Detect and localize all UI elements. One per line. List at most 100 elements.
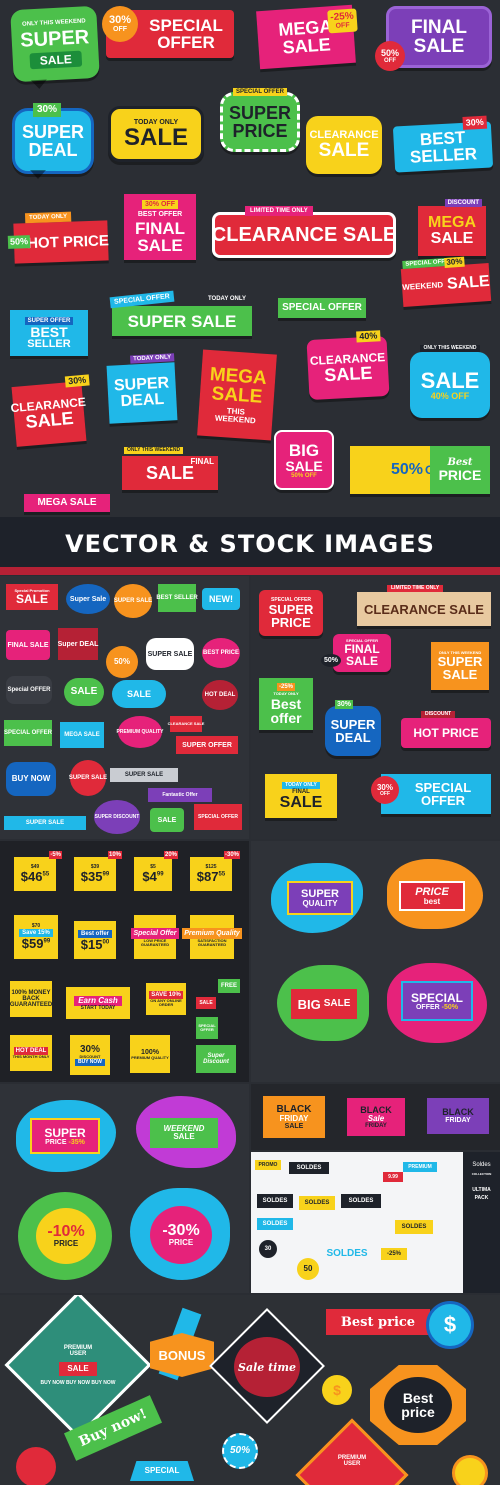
super-word: SUPER — [268, 601, 314, 617]
title-banner: VECTOR & STOCK IMAGES — [0, 517, 500, 575]
big-word: BIG — [288, 440, 320, 460]
buy-now-bubble: BUY NOW — [6, 762, 56, 796]
discount-pct: 30% — [108, 14, 132, 26]
buy-now: BUY NOW — [74, 1058, 106, 1066]
final-word: FINAL — [134, 219, 186, 238]
clearance-sale-word: CLEARANCE SALE — [211, 224, 397, 246]
fifty-orange: 50% — [106, 646, 138, 678]
new-badge: NEW! — [202, 588, 240, 610]
pct-tag: -5% — [49, 851, 62, 859]
sale-word: SALE — [345, 654, 378, 668]
dollar-coin: $ — [426, 1301, 474, 1349]
quality-word: QUALITY — [302, 898, 338, 908]
super-word: SUPER — [44, 1125, 86, 1140]
offer-pct: -50% — [441, 1003, 459, 1011]
final-sale-yellow: TODAY ONLY FINAL SALE — [265, 774, 337, 818]
price-cents: 55 — [42, 871, 50, 878]
today-only: TODAY ONLY — [130, 353, 175, 364]
sticker-mega-sale-weekend: MEGA SALE THIS WEEKEND — [197, 349, 277, 441]
price: $8755 — [197, 870, 225, 883]
special-offer-tag: Special Offer — [131, 927, 179, 939]
sticker-final-sale-red: ONLY THIS WEEKEND FINAL SALE — [122, 447, 218, 490]
banner-accent-line — [0, 567, 500, 575]
super-price-red: SPECIAL OFFER SUPER PRICE — [259, 590, 323, 636]
super-sale-orange: ONLY THIS WEEKEND SUPER SALE — [431, 642, 489, 690]
sticker-clearance-sale-red: 30% CLEARANCE SALE — [10, 374, 90, 447]
final-word: FINAL — [190, 457, 214, 466]
price-tag-1: $49 $4655 -5% — [14, 851, 62, 891]
soldes-word: SOLDES — [289, 1162, 329, 1174]
friday-word: FRIDAY — [365, 1122, 387, 1129]
price-main: $46 — [20, 869, 43, 884]
thirty-pct: -30% — [162, 1222, 200, 1239]
buy-now-text: BUY NOW BUY NOW BUY NOW — [40, 1379, 116, 1386]
sale-small-tag: SALE — [196, 997, 216, 1009]
soldes-word: PROMO — [255, 1160, 281, 1170]
hot-deal-cloud: HOT DEAL — [202, 680, 238, 710]
coin-small: $ — [322, 1375, 352, 1405]
sticker-best-seller-blue: SUPER OFFER BEST SELLER — [10, 310, 88, 356]
super-sale-gold: SUPER SALE — [114, 584, 152, 618]
special-offer-green: SPECIAL OFFER — [4, 720, 52, 746]
price-cents: 00 — [102, 939, 110, 946]
clearance-sale-tan: LIMITED TIME ONLY CLEARANCE SALE — [357, 585, 491, 626]
price-word: PRICE — [232, 121, 288, 141]
mega-word: MEGA — [428, 214, 476, 231]
special-offer-dark: Special OFFER — [6, 676, 52, 704]
soldes-badge: -25% — [381, 1248, 407, 1260]
price: $1500 — [81, 938, 109, 951]
earn-cash-tag: Earn Cash START TODAY — [66, 987, 130, 1019]
bonus-badge: BONUS — [150, 1333, 214, 1377]
offer-word: OFFER — [157, 33, 215, 52]
panel-sticker-pack-right: SPECIAL OFFER SUPER PRICE LIMITED TIME O… — [251, 576, 500, 839]
soldes-word: SOLDES — [257, 1218, 293, 1230]
fifty-pct: 50% — [390, 461, 424, 478]
black-friday-1: BLACK FRIDAY SALE — [263, 1096, 325, 1138]
today-only-tag: TODAY ONLY — [207, 296, 246, 302]
sticker-mega-sale-strip: MEGA SALE — [24, 494, 110, 512]
special-offer-low-price: Special Offer LOW PRICE GUARANTEED — [131, 915, 179, 959]
soldes-badge: 9.99 — [383, 1172, 403, 1182]
mega-sale-word: MEGA SALE — [37, 497, 97, 508]
user-word: USER — [69, 1350, 87, 1357]
pct-circle: 50% — [321, 654, 342, 667]
super-discount-tag: Super Discount — [196, 1045, 236, 1073]
pct-tag: 30% — [33, 103, 62, 117]
weekend-word: WEEKEND — [401, 280, 444, 293]
special-ribbon: SPECIAL — [130, 1461, 194, 1481]
off-word: 40% OFF — [430, 390, 470, 401]
best-offer-green: -25% TODAY ONLY Best offer — [259, 678, 313, 730]
price-tag-2: $39 $3599 10% — [74, 851, 122, 891]
soldes-side-sub: COLLECTION — [471, 1171, 492, 1176]
hot-deal-tag: HOT DEAL THIS MONTH ONLY — [10, 1035, 52, 1071]
mega-sale-teal: MEGA SALE — [60, 722, 104, 748]
price-tag-best-offer: Best offer $1500 — [74, 921, 116, 959]
soldes-side-ultima: ULTIMA — [472, 1186, 491, 1193]
price-word: PRICE — [438, 467, 482, 483]
pct-tag: 40% — [356, 330, 381, 343]
earn-cash: Earn Cash — [74, 995, 122, 1006]
black-friday-2: BLACK Sale FRIDAY — [347, 1098, 405, 1136]
soldes-word: SOLDES — [299, 1196, 335, 1210]
soldes-word: PREMIUM — [403, 1162, 437, 1172]
coin-bottom — [452, 1455, 488, 1485]
banner-title: VECTOR & STOCK IMAGES — [65, 530, 435, 558]
sticker-hot-price: TODAY ONLY 50% HOT PRICE — [7, 211, 109, 264]
price-line: PRICE -35% — [45, 1139, 85, 1146]
sale-word: SALE — [318, 140, 370, 161]
sticker-final-sale: FINAL SALE 50% OFF — [375, 6, 492, 71]
special-offer-box: SPECIAL OFFER -50% — [401, 981, 473, 1021]
online-order: ON ANY ONLINE ORDER — [150, 998, 182, 1007]
coin-dollar: $ — [333, 1382, 341, 1398]
offer-word: OFFER — [415, 1003, 440, 1011]
pct-tag: 30% — [335, 700, 354, 709]
satisfaction: SATISFACTION GUARANTEED — [197, 937, 227, 947]
price: $499 — [142, 870, 163, 883]
sticker-title: SUPER — [19, 26, 90, 52]
deal-word: DEAL — [28, 140, 78, 160]
price: $4655 — [21, 870, 49, 883]
price-pct: -35% — [68, 1138, 85, 1146]
panel-sticker-pack-left: Special Promotion SALE Super Sale SUPER … — [0, 576, 249, 839]
price-cents: 55 — [218, 871, 226, 878]
thirty-discount-tag: 30% DISCOUNT BUY NOW — [70, 1035, 110, 1075]
